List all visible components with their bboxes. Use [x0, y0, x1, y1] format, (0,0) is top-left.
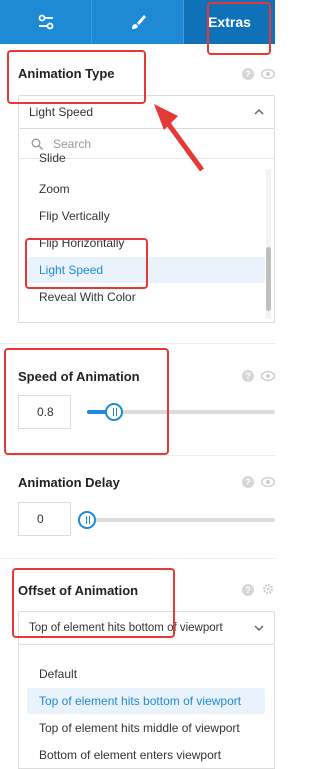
delay-input[interactable]: 0	[18, 502, 71, 536]
annotation-light-speed	[25, 238, 148, 289]
annotation-arrow	[154, 104, 205, 172]
help-icon[interactable]: ?	[242, 476, 254, 488]
option-zoom[interactable]: Zoom	[27, 176, 265, 202]
offset-dropdown: Default Top of element hits bottom of vi…	[18, 645, 275, 769]
delay-slider-track[interactable]	[80, 518, 275, 522]
help-icon[interactable]: ?	[242, 68, 254, 80]
help-icon[interactable]: ?	[242, 584, 254, 596]
help-icon[interactable]: ?	[242, 370, 254, 382]
delay-title: Animation Delay	[18, 475, 120, 490]
option-default[interactable]: Default	[27, 661, 265, 687]
animation-type-dropdown: Search Slide Zoom Flip Vertically Flip H…	[18, 129, 275, 323]
option-top-hits-middle[interactable]: Top of element hits middle of viewport	[27, 715, 265, 741]
option-slide[interactable]: Slide	[27, 149, 265, 165]
option-bottom-enters[interactable]: Bottom of element enters viewport	[27, 742, 265, 768]
annotation-offset	[12, 568, 175, 638]
visibility-eye-icon[interactable]	[261, 69, 275, 79]
brush-icon	[131, 15, 146, 29]
tab-style[interactable]	[92, 0, 184, 44]
visibility-eye-icon[interactable]	[261, 371, 275, 381]
chevron-down-icon	[254, 625, 264, 632]
visibility-eye-icon[interactable]	[261, 477, 275, 487]
annotation-extras-tab	[207, 2, 271, 55]
dropdown-scroll-thumb[interactable]	[266, 247, 271, 311]
option-top-hits-bottom[interactable]: Top of element hits bottom of viewport	[27, 688, 265, 714]
delay-slider-handle[interactable]	[78, 511, 96, 529]
option-flip-vertically[interactable]: Flip Vertically	[27, 203, 265, 229]
annotation-animation-type	[7, 50, 146, 104]
gear-icon[interactable]	[262, 583, 274, 595]
search-icon	[31, 138, 43, 150]
annotation-speed	[4, 348, 169, 455]
chevron-up-icon	[254, 108, 264, 115]
settings-sliders-icon	[38, 14, 53, 30]
tab-general[interactable]	[0, 0, 92, 44]
animation-type-selected: Light Speed	[29, 105, 94, 119]
delay-section: Animation Delay ? 0	[0, 456, 275, 559]
